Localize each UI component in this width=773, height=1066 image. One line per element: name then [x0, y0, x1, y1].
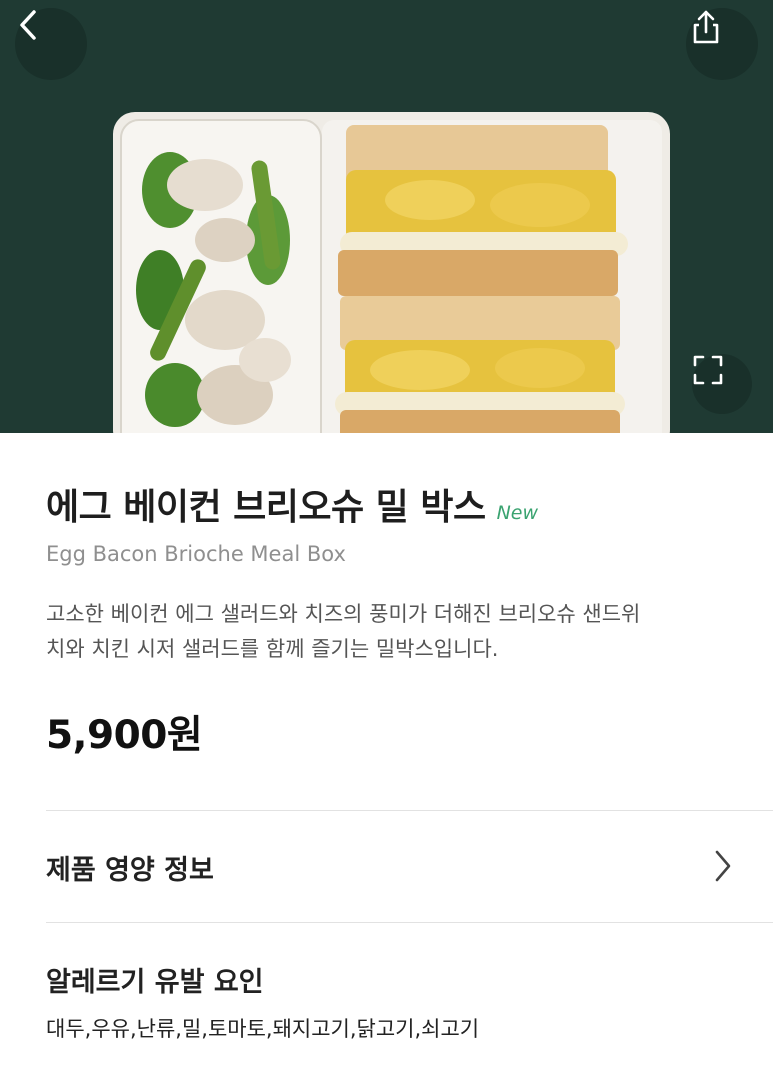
back-button[interactable] — [15, 8, 87, 80]
nutrition-info-row[interactable]: 제품 영양 정보 — [46, 848, 773, 888]
allergy-list: 대두,우유,난류,밀,토마토,돼지고기,닭고기,쇠고기 — [46, 1017, 480, 1041]
description-line: 치와 치킨 시저 샐러드를 함께 즐기는 밀박스입니다. — [46, 637, 499, 661]
description-line: 고소한 베이컨 에그 샐러드와 치즈의 풍미가 더해진 브리오슈 샌드위 — [46, 602, 641, 626]
product-title: 에그 베이컨 브리오슈 밀 박스 — [46, 487, 486, 528]
product-image — [0, 0, 773, 433]
allergy-section: 알레르기 유발 요인 — [46, 960, 773, 999]
nutrition-info-label: 제품 영양 정보 — [46, 855, 214, 886]
product-description: 고소한 베이컨 에그 샐러드와 치즈의 풍미가 더해진 브리오슈 샌드위 치와 … — [46, 597, 746, 667]
product-english-name: Egg Bacon Brioche Meal Box — [46, 542, 346, 566]
allergy-label: 알레르기 유발 요인 — [46, 967, 264, 998]
divider — [46, 810, 773, 811]
expand-icon — [693, 355, 723, 385]
share-button[interactable] — [686, 8, 758, 80]
expand-image-button[interactable] — [692, 354, 752, 414]
divider — [46, 922, 773, 923]
title-row: 에그 베이컨 브리오슈 밀 박스 New — [46, 478, 538, 530]
product-price: 5,900원 — [46, 713, 203, 758]
chevron-left-icon — [20, 10, 36, 40]
share-icon — [693, 10, 719, 44]
meal-box-illustration — [113, 112, 670, 433]
new-badge: New — [496, 502, 539, 524]
chevron-right-icon — [715, 850, 731, 882]
